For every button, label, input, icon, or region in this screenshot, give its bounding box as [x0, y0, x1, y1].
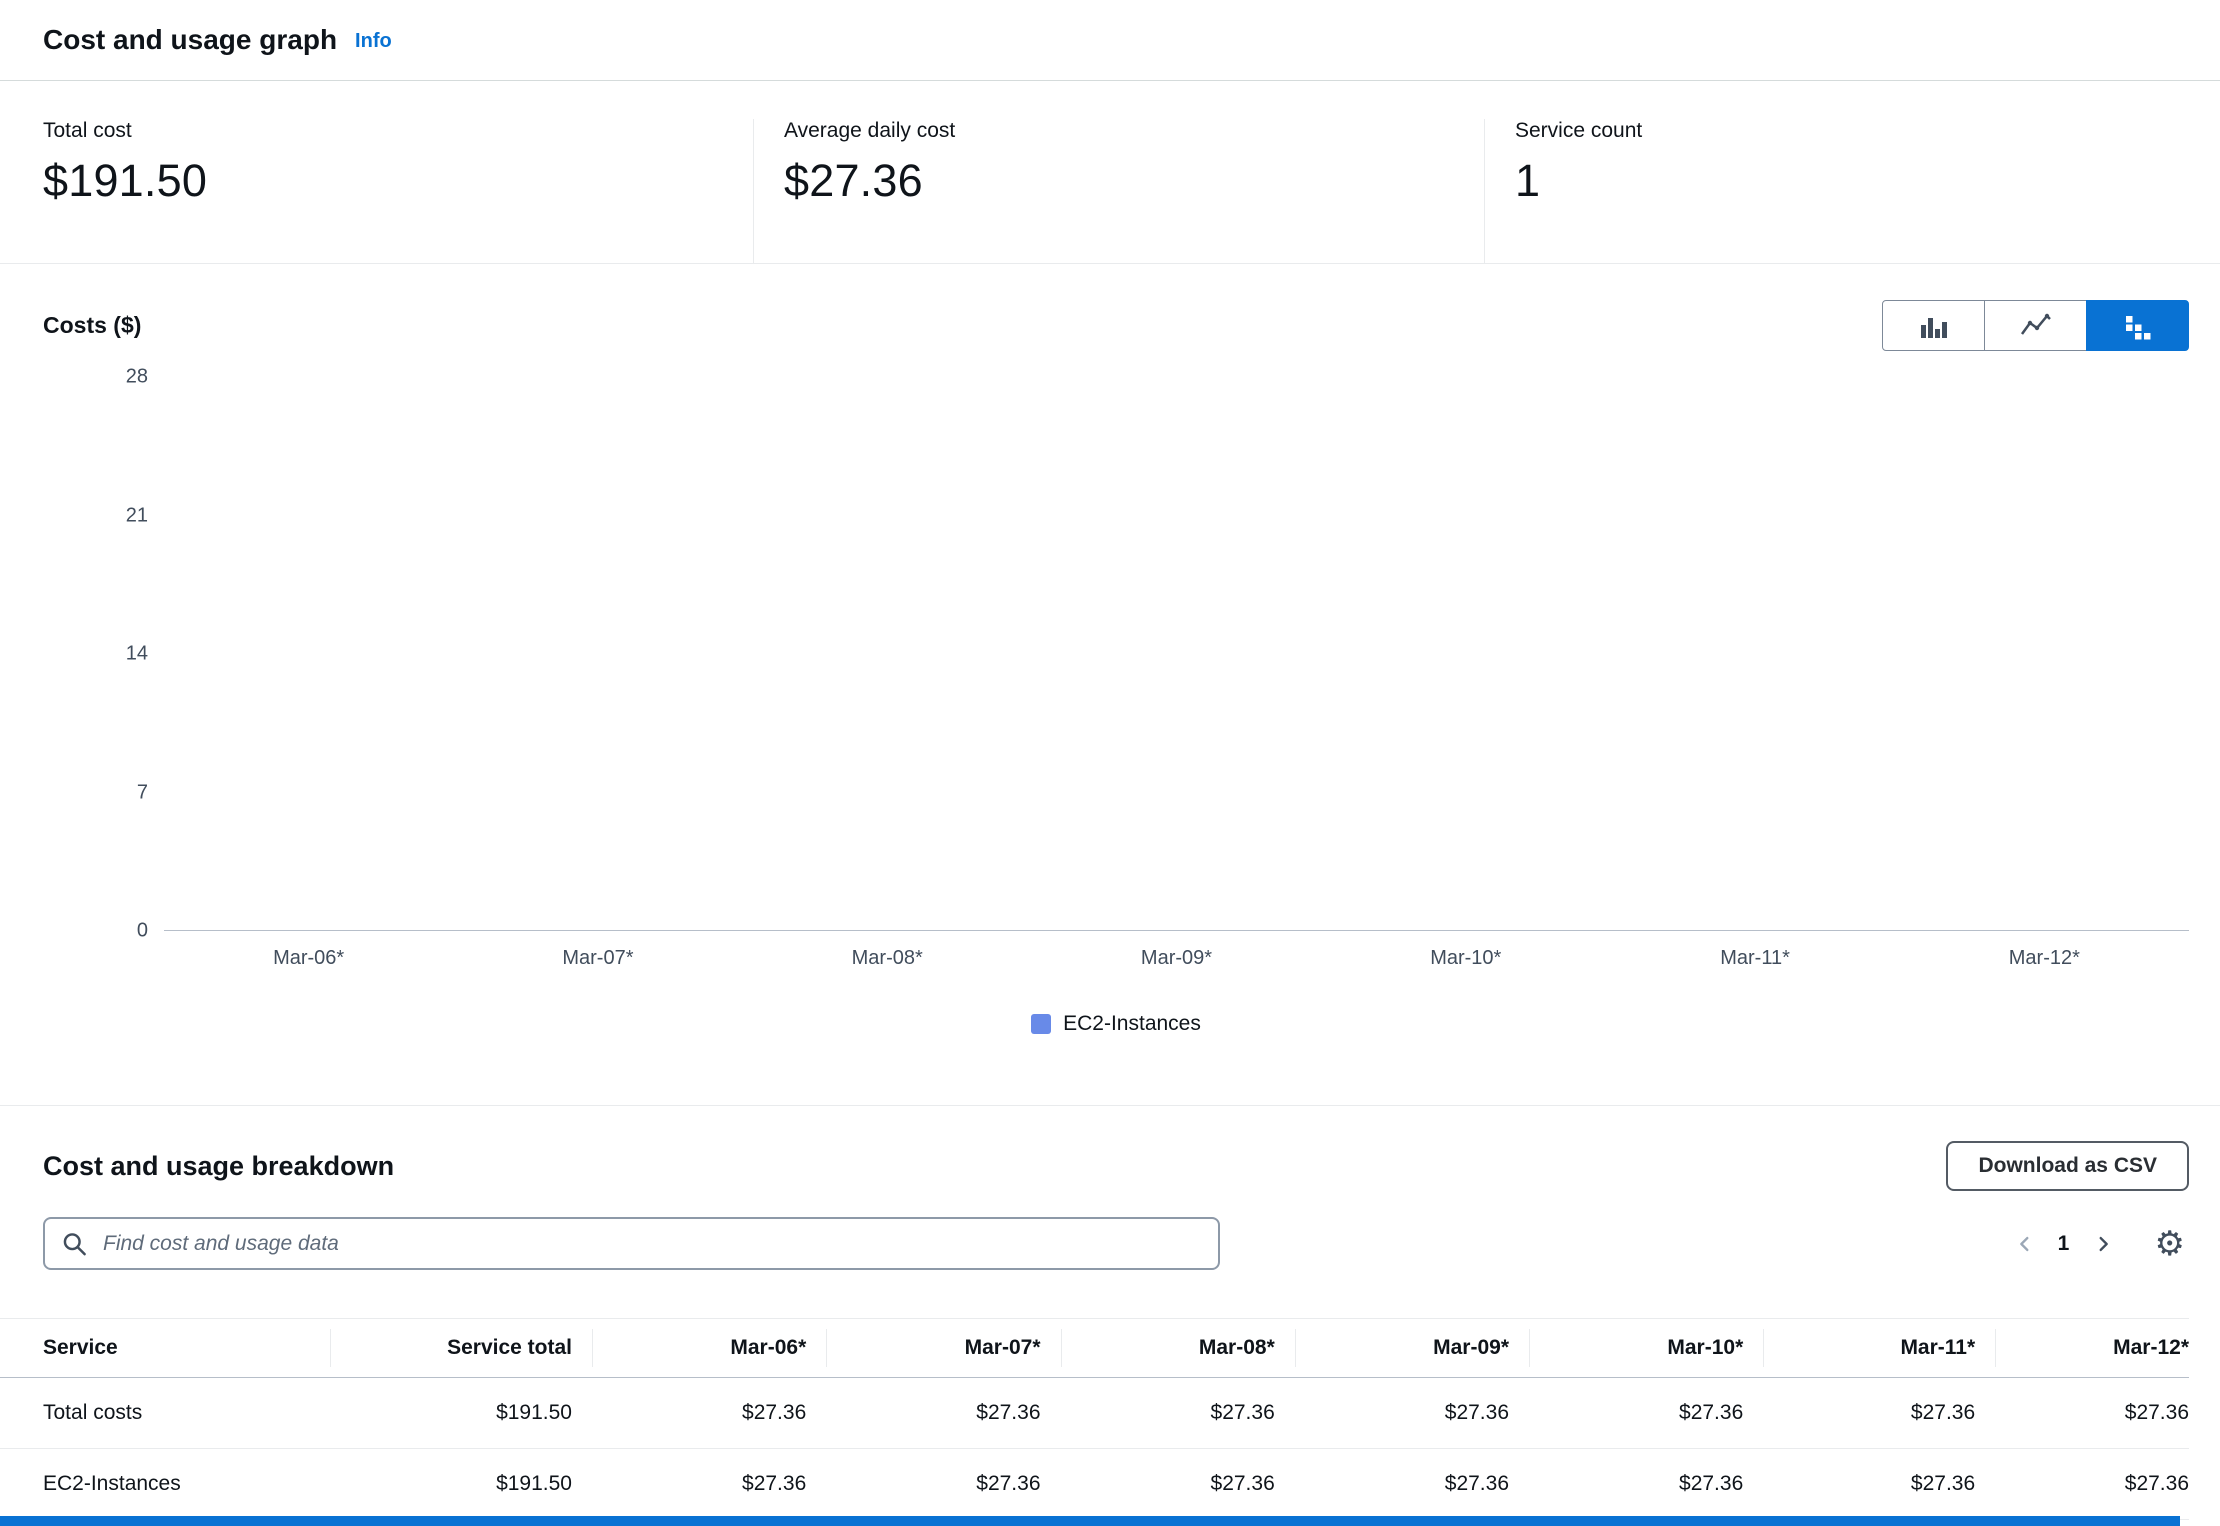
bar-chart-icon — [1917, 309, 1951, 343]
chart-type-toggle-group — [1882, 300, 2189, 351]
horizontal-scrollbar-thumb[interactable] — [0, 1516, 2180, 1526]
value-cell: $27.36 — [1061, 1378, 1295, 1449]
column-header: Service total — [330, 1319, 592, 1378]
x-axis-label: Mar-12* — [1900, 947, 2189, 970]
table-body: Total costs$191.50$27.36$27.36$27.36$27.… — [0, 1378, 2189, 1520]
stat-label: Total cost — [43, 119, 753, 143]
service-cell: EC2-Instances — [0, 1449, 330, 1520]
table-header-row: ServiceService totalMar-06*Mar-07*Mar-08… — [0, 1319, 2189, 1378]
value-cell: $191.50 — [330, 1449, 592, 1520]
column-header: Mar-08* — [1061, 1319, 1295, 1378]
value-cell: $27.36 — [592, 1378, 826, 1449]
chart-type-stacked-bar-button[interactable] — [2086, 300, 2189, 351]
search-icon — [61, 1230, 88, 1257]
chevron-left-icon — [2014, 1233, 2036, 1255]
pagination: 1 ⚙ — [2003, 1222, 2189, 1266]
value-cell: $27.36 — [592, 1449, 826, 1520]
value-cell: $27.36 — [1295, 1449, 1529, 1520]
column-header: Mar-10* — [1529, 1319, 1763, 1378]
legend-label: EC2-Instances — [1063, 1012, 1201, 1036]
x-axis-label: Mar-10* — [1321, 947, 1610, 970]
value-cell: $27.36 — [826, 1378, 1060, 1449]
x-axis-label: Mar-06* — [164, 947, 453, 970]
chart-type-bar-button[interactable] — [1882, 300, 1985, 351]
service-cell: Total costs — [0, 1378, 330, 1449]
chevron-right-icon — [2092, 1233, 2114, 1255]
stat-average-daily-cost: Average daily cost $27.36 — [753, 119, 1484, 263]
value-cell: $27.36 — [1295, 1378, 1529, 1449]
x-axis-label: Mar-09* — [1032, 947, 1321, 970]
info-link[interactable]: Info — [355, 30, 392, 53]
page-header: Cost and usage graph Info — [0, 0, 2220, 81]
cost-usage-chart: Costs ($) — [0, 264, 2220, 1106]
table-preferences-button[interactable]: ⚙ — [2151, 1227, 2189, 1261]
search-box — [43, 1217, 1220, 1270]
value-cell: $27.36 — [826, 1449, 1060, 1520]
y-axis: 28211470 — [43, 377, 164, 931]
page-title: Cost and usage graph — [43, 24, 337, 56]
x-axis-label: Mar-07* — [453, 947, 742, 970]
download-csv-button[interactable]: Download as CSV — [1946, 1141, 2189, 1191]
breakdown-title: Cost and usage breakdown — [43, 1151, 394, 1182]
chart-legend: EC2-Instances — [43, 1012, 2189, 1036]
column-header: Mar-07* — [826, 1319, 1060, 1378]
table-row: Total costs$191.50$27.36$27.36$27.36$27.… — [0, 1378, 2189, 1449]
value-cell: $191.50 — [330, 1378, 592, 1449]
value-cell: $27.36 — [1763, 1449, 1995, 1520]
y-axis-tick-label: 14 — [126, 643, 148, 666]
y-axis-tick-label: 0 — [137, 920, 148, 943]
column-header: Mar-09* — [1295, 1319, 1529, 1378]
stat-value: 1 — [1515, 155, 2177, 207]
stat-total-cost: Total cost $191.50 — [43, 119, 753, 263]
column-header: Mar-11* — [1763, 1319, 1995, 1378]
stat-value: $191.50 — [43, 155, 753, 207]
value-cell: $27.36 — [1995, 1449, 2189, 1520]
breakdown-table: ServiceService totalMar-06*Mar-07*Mar-08… — [0, 1318, 2189, 1520]
stat-service-count: Service count 1 — [1484, 119, 2177, 263]
chart-axis-title: Costs ($) — [43, 312, 141, 339]
value-cell: $27.36 — [1061, 1449, 1295, 1520]
value-cell: $27.36 — [1995, 1378, 2189, 1449]
stat-value: $27.36 — [784, 155, 1484, 207]
value-cell: $27.36 — [1529, 1378, 1763, 1449]
next-page-button[interactable] — [2081, 1222, 2125, 1266]
column-header: Service — [0, 1319, 330, 1378]
column-header: Mar-12* — [1995, 1319, 2189, 1378]
bars-row — [164, 377, 2189, 930]
chart-plot-area — [164, 377, 2189, 931]
y-axis-tick-label: 28 — [126, 366, 148, 389]
value-cell: $27.36 — [1763, 1378, 1995, 1449]
cost-explorer-page: Cost and usage graph Info Total cost $19… — [0, 0, 2220, 1526]
page-number-button[interactable]: 1 — [2047, 1231, 2081, 1257]
chart-type-line-button[interactable] — [1984, 300, 2087, 351]
stat-label: Average daily cost — [784, 119, 1484, 143]
line-chart-icon — [2019, 309, 2053, 343]
legend-swatch — [1031, 1014, 1051, 1034]
table-row: EC2-Instances$191.50$27.36$27.36$27.36$2… — [0, 1449, 2189, 1520]
stats-row: Total cost $191.50 Average daily cost $2… — [0, 81, 2220, 264]
x-axis-label: Mar-11* — [1610, 947, 1899, 970]
x-axis: Mar-06*Mar-07*Mar-08*Mar-09*Mar-10*Mar-1… — [164, 931, 2189, 970]
stat-label: Service count — [1515, 119, 2177, 143]
x-axis-label: Mar-08* — [743, 947, 1032, 970]
cost-usage-breakdown: Cost and usage breakdown Download as CSV — [0, 1141, 2220, 1520]
y-axis-tick-label: 21 — [126, 504, 148, 527]
previous-page-button[interactable] — [2003, 1222, 2047, 1266]
value-cell: $27.36 — [1529, 1449, 1763, 1520]
y-axis-tick-label: 7 — [137, 781, 148, 804]
column-header: Mar-06* — [592, 1319, 826, 1378]
gear-icon: ⚙ — [2155, 1224, 2185, 1264]
stacked-bar-chart-icon — [2121, 309, 2155, 343]
search-input[interactable] — [43, 1217, 1220, 1270]
